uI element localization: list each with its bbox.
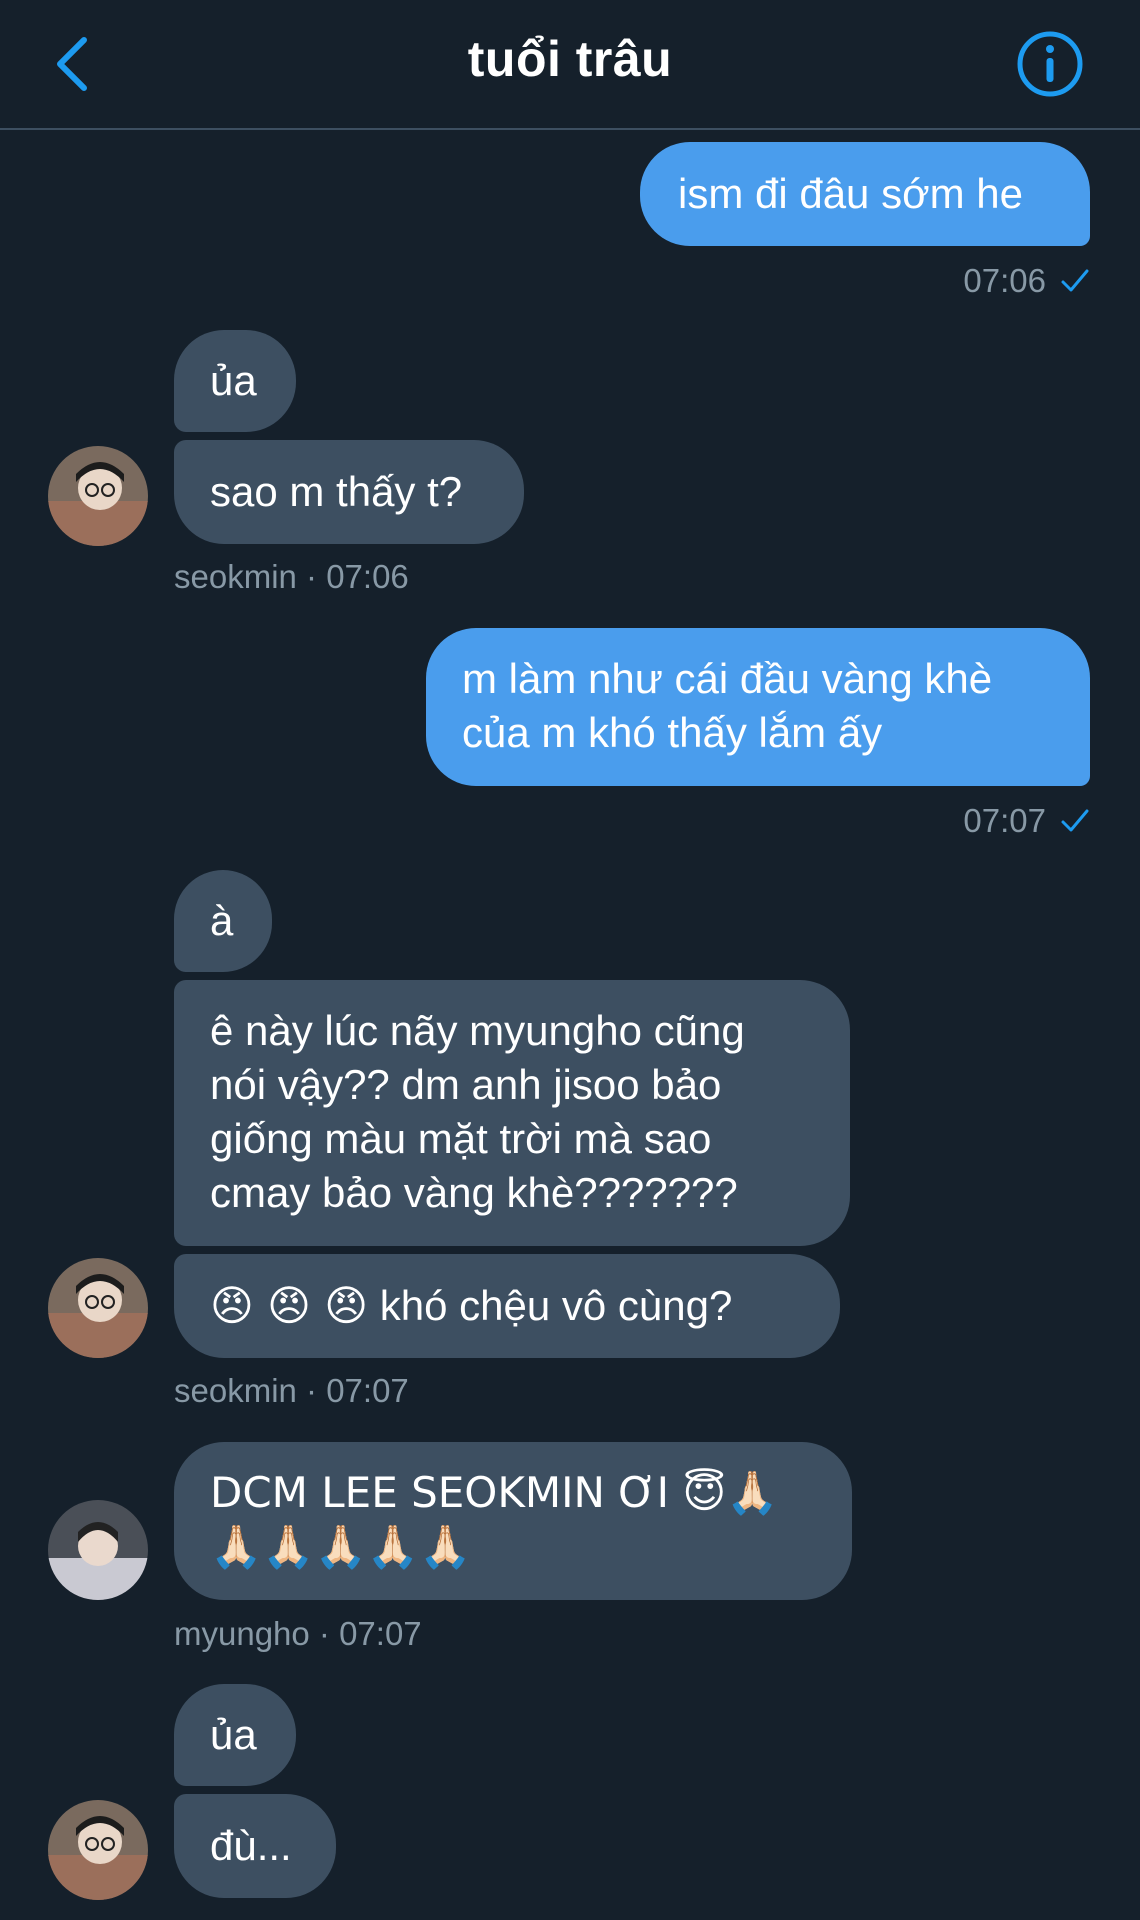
message-text: khó chệu vô cùng? xyxy=(379,1282,733,1329)
checkmark-icon xyxy=(1061,809,1089,832)
message-meta: 07:07 xyxy=(963,802,1090,840)
avatar-seokmin[interactable] xyxy=(48,1800,148,1900)
incoming-message[interactable]: à xyxy=(174,870,272,972)
info-button[interactable] xyxy=(1014,28,1086,100)
avatar-myungho[interactable] xyxy=(48,1500,148,1600)
incoming-message[interactable]: ủa xyxy=(174,1684,296,1786)
outgoing-message[interactable]: ism đi đâu sớm he xyxy=(640,142,1090,246)
incoming-message[interactable]: DCM LEE SEOKMIN ƠI 😇🙏🏻 🙏🏻🙏🏻🙏🏻🙏🏻🙏🏻 xyxy=(174,1442,852,1600)
message-text: ủa xyxy=(210,1711,257,1758)
outgoing-message[interactable]: m làm như cái đầu vàng khè của m khó thấ… xyxy=(426,628,1090,786)
message-time: 07:06 xyxy=(963,262,1046,299)
message-text: à xyxy=(210,897,234,944)
message-time: 07:07 xyxy=(963,802,1046,839)
message-text-line: 🙏🏻🙏🏻🙏🏻🙏🏻🙏🏻 xyxy=(210,1522,472,1571)
message-meta: 07:06 xyxy=(963,262,1090,300)
message-text-line: m làm như cái đầu vàng khè xyxy=(462,655,993,702)
avatar-seokmin[interactable] xyxy=(48,446,148,546)
checkmark-icon xyxy=(1061,269,1089,292)
angry-face-emoji: 😠 😠 😠 xyxy=(210,1281,369,1330)
conversation-header: tuổi trâu xyxy=(0,0,1140,130)
message-text-line: DCM LEE SEOKMIN ƠI 😇🙏🏻 xyxy=(210,1468,779,1517)
message-text: sao m thấy t? xyxy=(210,468,463,515)
incoming-message[interactable]: 😠 😠 😠 khó chệu vô cùng? xyxy=(174,1254,840,1358)
incoming-message[interactable]: ê này lúc nãy myungho cũng nói vậy?? dm … xyxy=(174,980,850,1246)
message-text-line: giống màu mặt trời mà sao xyxy=(210,1115,712,1162)
message-meta: seokmin · 07:07 xyxy=(174,1372,409,1409)
message-text-line: cmay bảo vàng khè??????? xyxy=(210,1169,738,1216)
incoming-message[interactable]: sao m thấy t? xyxy=(174,440,524,544)
message-meta: myungho · 07:07 xyxy=(174,1615,422,1652)
message-text-line: ê này lúc nãy myungho cũng xyxy=(210,1007,745,1054)
incoming-message[interactable]: đù... xyxy=(174,1794,336,1898)
message-text-line: của m khó thấy lắm ấy xyxy=(462,709,883,756)
message-text: ism đi đâu sớm he xyxy=(678,170,1024,217)
message-meta: seokmin · 07:06 xyxy=(174,558,409,595)
conversation-title: tuổi trâu xyxy=(467,31,673,87)
avatar-seokmin[interactable] xyxy=(48,1258,148,1358)
message-text: đù... xyxy=(210,1822,292,1869)
incoming-message[interactable]: ủa xyxy=(174,330,296,432)
message-text: ủa xyxy=(210,357,257,404)
info-circle-icon xyxy=(1017,31,1083,97)
message-text-line: nói vậy?? dm anh jisoo bảo xyxy=(210,1061,722,1108)
